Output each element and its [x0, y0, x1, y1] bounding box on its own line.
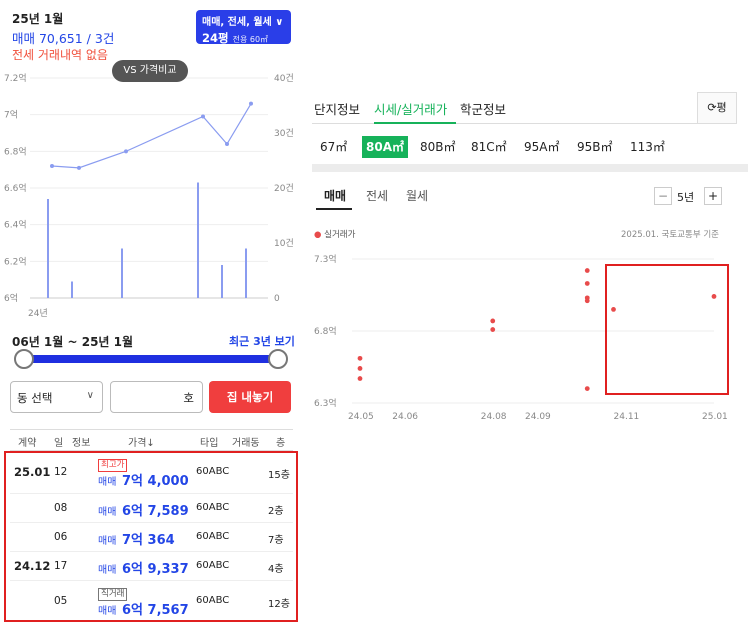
x-tick: 25.01 [702, 412, 728, 422]
x-tick: 24.08 [481, 412, 507, 422]
x-tick: 24.05 [348, 412, 374, 422]
volume-bar [121, 248, 123, 298]
ho-input[interactable]: 호 [110, 381, 203, 413]
range-slider-start-handle[interactable] [14, 349, 34, 369]
range-slider-end-handle[interactable] [268, 349, 288, 369]
size-113[interactable]: 113㎡ [626, 136, 669, 158]
price-point [225, 142, 229, 146]
col-info: 정보 [72, 438, 91, 449]
year-plus-button[interactable]: + [704, 187, 722, 205]
price-point [77, 165, 81, 170]
subtab-jeonse[interactable]: 전세 [366, 187, 388, 204]
volume-bar [245, 248, 247, 298]
chevron-down-icon: ∨ [86, 390, 94, 401]
price-point [490, 318, 496, 324]
col-floor: 층 [276, 438, 286, 449]
price-point [584, 281, 590, 286]
jeonse-note: 전세 거래내역 없음 [12, 48, 108, 62]
range-label: 06년 1월 ~ 25년 1월 [12, 335, 134, 349]
list-home-button[interactable]: 집 내놓기 [209, 381, 291, 413]
y-tick-right: 20건 [274, 183, 294, 194]
dong-select-label: 동 선택 [17, 391, 53, 405]
subtab-monthly[interactable]: 월세 [406, 187, 428, 204]
size-81c[interactable]: 81C㎡ [467, 136, 511, 158]
price-point [357, 355, 363, 361]
right-tabs: 단지정보 시세/실거래가 학군정보 [312, 92, 737, 124]
y-tick-left: 7.2억 [4, 72, 27, 84]
price-point [249, 101, 253, 106]
highlight-box [4, 451, 298, 622]
tab-complex-info[interactable]: 단지정보 [314, 99, 360, 118]
y-tick-right: 10건 [274, 238, 294, 249]
tab-price[interactable]: 시세/실거래가 [374, 99, 447, 118]
col-building: 거래동 [232, 438, 260, 449]
y-tick-left: 6억 [4, 292, 18, 304]
month-title: 25년 1월 [12, 12, 64, 26]
deal-type-label: 매매, 전세, 월세 ∨ [202, 17, 284, 28]
tab-underline [374, 122, 456, 124]
year-value: 5년 [677, 191, 695, 204]
source-note: 2025.01. 국토교통부 기준 [621, 230, 719, 240]
highlight-box-chart [605, 264, 729, 395]
price-point [584, 298, 590, 304]
col-contract: 계약 [18, 438, 37, 449]
subtab-sale[interactable]: 매매 [324, 187, 346, 204]
table-header: 계약 일 정보 가격↓ 타입 거래동 층 [10, 429, 293, 451]
price-point [201, 114, 205, 119]
volume-bar [71, 281, 73, 298]
y-tick-left: 6.6억 [4, 182, 27, 194]
x-axis-label: 24년 [28, 308, 48, 319]
divider [312, 164, 748, 172]
volume-bar [221, 265, 223, 298]
year-minus-button[interactable]: − [654, 187, 672, 205]
col-day: 일 [54, 438, 64, 449]
y-tick-right: 0 [274, 294, 280, 304]
price-point [357, 376, 363, 381]
col-price[interactable]: 가격↓ [128, 434, 155, 449]
y-tick-left: 6.8억 [4, 145, 27, 157]
size-95a[interactable]: 95A㎡ [520, 136, 563, 158]
tab-school[interactable]: 학군정보 [460, 99, 506, 118]
price-point [584, 386, 590, 391]
y-tick-left: 6.4억 [4, 219, 27, 231]
recent-3y-link[interactable]: 최근 3년 보기 [229, 333, 295, 349]
x-tick: 24.11 [614, 412, 640, 422]
y-tick-left: 6.2억 [4, 255, 27, 267]
size-67[interactable]: 67㎡ [316, 136, 351, 158]
y-tick: 6.3억 [314, 397, 337, 409]
deal-type-button[interactable]: 매매, 전세, 월세 ∨ 24평 전용 60㎡ [196, 10, 291, 45]
price-trend-chart: 7.2억 7억 6.8억 6.6억 6.4억 6.2억 6억 40건 30건 20건 10건 0 24… [4, 72, 294, 319]
price-point [490, 327, 496, 332]
legend-actual-price: ● 실거래가 [314, 230, 356, 240]
vs-compare-button[interactable]: VS 가격비교 [112, 60, 188, 82]
price-point [584, 268, 590, 273]
y-tick: 6.8억 [314, 325, 337, 337]
y-tick-right: 40건 [274, 73, 294, 84]
col-type: 타입 [200, 438, 219, 449]
y-tick-right: 30건 [274, 128, 294, 139]
price-line [51, 103, 252, 169]
size-95b[interactable]: 95B㎡ [573, 136, 617, 158]
y-tick-left: 7억 [4, 109, 18, 121]
pyeong-label: 24평 [202, 31, 229, 45]
refresh-pyeong-button[interactable]: ⟳평 [697, 92, 737, 124]
volume-bar [197, 182, 199, 298]
range-slider-track[interactable] [22, 355, 280, 363]
sale-summary: 매매 70,651 / 3건 [12, 31, 115, 46]
x-tick: 24.06 [392, 412, 418, 422]
price-point [357, 366, 363, 371]
subtab-underline [316, 208, 352, 210]
area-label: 전용 60㎡ [232, 35, 269, 44]
dong-select[interactable]: 동 선택 ∨ [10, 381, 103, 413]
x-tick: 24.09 [525, 412, 551, 422]
size-80b[interactable]: 80B㎡ [416, 136, 460, 158]
size-80a[interactable]: 80A㎡ [362, 136, 408, 158]
price-point [124, 149, 128, 154]
volume-bar [47, 199, 49, 298]
y-tick: 7.3억 [314, 253, 337, 265]
price-point [50, 164, 54, 168]
